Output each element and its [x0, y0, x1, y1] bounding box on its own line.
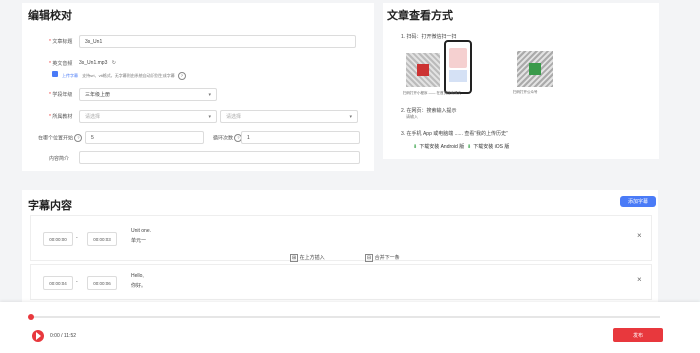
title-input-value: 3s_Un1	[85, 38, 103, 45]
end-time-value: 00:00:03	[93, 236, 111, 242]
subtitle-cn-text: 你好。	[131, 283, 147, 289]
ios-download-label: 下载安装 iOS 版	[473, 144, 510, 150]
qr-center-logo	[417, 64, 429, 76]
start-input[interactable]: 5	[85, 131, 204, 144]
qr-caption-right: 扫码打开公众号	[513, 90, 538, 94]
ios-icon: ⬇	[467, 143, 472, 150]
subtitle-upload-checkbox[interactable]	[52, 71, 58, 77]
subtitle-upload-row: 上传字幕 支持srt、vtt格式，无字幕则由系统自动识别生成字幕 ?	[62, 72, 186, 80]
android-download-link[interactable]: ⬇ 下载安装 Android 版	[413, 143, 465, 151]
progress-track[interactable]	[30, 316, 660, 318]
insert-above-button[interactable]: ⊞ 在上方插入	[290, 254, 325, 262]
android-icon: ⬇	[413, 143, 418, 150]
audio-file-name: 3s_Un1.mp3	[79, 60, 108, 66]
close-icon[interactable]: ×	[637, 231, 642, 240]
subtitle-cn-text: 单元一	[131, 238, 147, 244]
loop-input-value: 1	[247, 134, 250, 141]
start-time-value: 00:00:04	[49, 280, 67, 286]
textbook-placeholder: 请选择	[85, 114, 101, 120]
intro-label: 内容简介	[49, 156, 70, 162]
intro-input[interactable]	[79, 151, 360, 164]
level-select[interactable]: 三年级上册 ▾	[79, 88, 217, 101]
subtitle-row-1: 00:00:00 - 00:00:03 Unit one. 单元一 ×	[30, 215, 652, 261]
subtitle-text-editor[interactable]: Hello, 你好。	[131, 267, 636, 295]
playback-time: 0:00 / 11:52	[50, 333, 77, 339]
start-label-text: 在哪个位置开始	[38, 135, 74, 142]
start-time-value: 00:00:00	[49, 236, 67, 242]
level-select-value: 三年级上册	[85, 92, 111, 98]
ios-download-link[interactable]: ⬇ 下载安装 iOS 版	[467, 143, 510, 151]
upload-hint: 支持srt、vtt格式，无字幕则由系统自动识别生成字幕	[82, 73, 175, 79]
subtitle-en-text: Unit one.	[131, 228, 152, 234]
merge-below-button[interactable]: ⊟ 合并下一条	[365, 254, 400, 262]
start-label: 在哪个位置开始 ?	[38, 134, 83, 142]
time-separator: -	[76, 279, 78, 285]
start-time-input[interactable]: 00:00:04	[43, 276, 73, 290]
textbook-select[interactable]: 请选择 ▾	[79, 110, 217, 123]
level-label: 学段年级	[49, 91, 72, 98]
play-icon	[36, 332, 41, 340]
view-panel: 文章查看方式 1. 扫码：打开微信扫一扫 扫码打开小程序 —— 在首页搜索课文 …	[383, 3, 659, 159]
audio-label: 英文音频	[49, 60, 72, 67]
play-button[interactable]	[32, 330, 44, 342]
qr-caption-left: 扫码打开小程序 —— 在首页搜索课文	[403, 91, 461, 95]
edit-section-title: 编辑校对	[28, 10, 72, 22]
loop-input[interactable]: 1	[241, 131, 360, 144]
insert-icon: ⊞	[290, 254, 299, 262]
add-subtitle-button[interactable]: 添加字幕	[620, 196, 656, 207]
miniprogram-qr-code	[406, 53, 440, 87]
chevron-down-icon: ▾	[208, 113, 211, 120]
start-input-value: 5	[91, 134, 94, 141]
unit-placeholder: 请选择	[226, 114, 242, 120]
textbook-label: 所属教材	[49, 113, 72, 120]
end-time-input[interactable]: 00:00:03	[87, 232, 117, 246]
step2-text: 2. 在网页：搜索输入提示	[401, 108, 457, 114]
player-bar: 0:00 / 11:52 发布	[0, 302, 700, 353]
start-time-input[interactable]: 00:00:00	[43, 232, 73, 246]
view-section-title: 文章查看方式	[387, 10, 453, 22]
subtitle-section-title: 字幕内容	[28, 200, 72, 212]
title-label: 文章标题	[49, 38, 72, 45]
merge-icon: ⊟	[365, 254, 374, 262]
refresh-icon[interactable]: ↻	[112, 60, 116, 66]
edit-panel: 编辑校对 文章标题 3s_Un1 英文音频 3s_Un1.mp3 ↻ 上传字幕 …	[22, 3, 374, 171]
chevron-down-icon: ▾	[349, 113, 352, 120]
loop-label: 循环次数 ?	[213, 134, 243, 142]
chevron-down-icon: ▾	[208, 91, 211, 98]
step1-text: 1. 扫码：打开微信扫一扫	[401, 34, 457, 40]
step2-input-hint: 请输入	[406, 114, 418, 119]
help-icon[interactable]: ?	[177, 72, 186, 80]
insert-above-label: 在上方插入	[299, 255, 325, 261]
progress-handle[interactable]	[28, 314, 34, 320]
qr-center-logo	[529, 63, 541, 75]
unit-select[interactable]: 请选择 ▾	[220, 110, 358, 123]
subtitle-text-editor[interactable]: Unit one. 单元一	[131, 224, 636, 252]
android-download-label: 下载安装 Android 版	[419, 144, 465, 150]
close-icon[interactable]: ×	[637, 275, 642, 284]
subtitle-row-2: 00:00:04 - 00:00:06 Hello, 你好。 ×	[30, 264, 652, 300]
time-separator: -	[76, 235, 78, 241]
loop-label-text: 循环次数	[213, 135, 234, 142]
publish-button[interactable]: 发布	[613, 328, 663, 342]
help-icon[interactable]: ?	[74, 134, 83, 142]
phone-preview	[444, 40, 472, 94]
title-input[interactable]: 3s_Un1	[79, 35, 356, 48]
merge-below-label: 合并下一条	[374, 255, 400, 261]
subtitle-en-text: Hello,	[131, 273, 144, 279]
end-time-value: 00:00:06	[93, 280, 111, 286]
step3-text: 3. 在手机 App 或电脑端 ...... 查看“我的上传历史”	[401, 131, 508, 137]
official-account-qr-code	[517, 51, 553, 87]
audio-file[interactable]: 3s_Un1.mp3 ↻	[79, 60, 116, 66]
upload-subtitle-link[interactable]: 上传字幕	[62, 73, 78, 78]
end-time-input[interactable]: 00:00:06	[87, 276, 117, 290]
